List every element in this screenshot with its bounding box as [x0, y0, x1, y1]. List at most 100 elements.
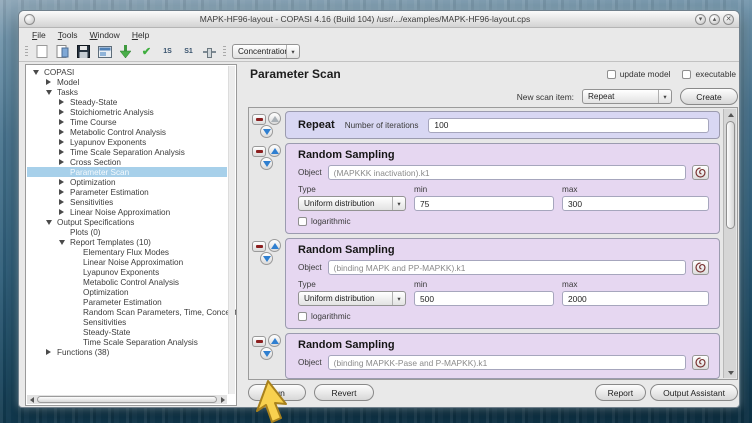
max-input[interactable]: [562, 291, 709, 306]
tree-item-lyapunov-exponents[interactable]: Lyapunov Exponents: [27, 137, 227, 147]
menu-help[interactable]: Help: [127, 29, 154, 41]
tree-item-functions[interactable]: Functions (38): [27, 347, 227, 357]
min-input[interactable]: [414, 196, 554, 211]
expander-icon[interactable]: [59, 109, 70, 115]
menu-file[interactable]: File: [27, 29, 51, 41]
tree-horizontal-scrollbar[interactable]: [27, 395, 227, 404]
expander-icon[interactable]: [46, 220, 57, 225]
remove-item-button[interactable]: [252, 146, 266, 157]
expander-icon[interactable]: [59, 159, 70, 165]
expander-icon[interactable]: [59, 99, 70, 105]
tree-item-sensitivities-report[interactable]: Sensitivities: [27, 317, 227, 327]
tree-item-steady-state-report[interactable]: Steady-State: [27, 327, 227, 337]
tree-item-copasi[interactable]: COPASI: [27, 67, 227, 77]
object-input[interactable]: [328, 260, 686, 275]
tree-item-parameter-scan[interactable]: Parameter Scan: [27, 167, 227, 177]
tree-item-plots[interactable]: Plots (0): [27, 227, 227, 237]
tree-item-linear-noise-approximation[interactable]: Linear Noise Approximation: [27, 207, 227, 217]
expander-icon[interactable]: [59, 129, 70, 135]
logarithmic-checkbox[interactable]: [298, 312, 307, 321]
menu-tools[interactable]: Tools: [53, 29, 83, 41]
iterations-input[interactable]: [428, 118, 709, 133]
object-select-button[interactable]: [692, 165, 709, 180]
expander-icon[interactable]: [46, 90, 57, 95]
expander-icon[interactable]: [59, 139, 70, 145]
revert-button[interactable]: Revert: [314, 384, 374, 401]
tree-item-steady-state[interactable]: Steady-State: [27, 97, 227, 107]
tree-item-random-scan-parameters[interactable]: Random Scan Parameters, Time, Concentrat…: [27, 307, 227, 317]
tree-item-optimization[interactable]: Optimization: [27, 177, 227, 187]
object-select-button[interactable]: [692, 260, 709, 275]
tree-item-metabolic-control-analysis[interactable]: Metabolic Control Analysis: [27, 127, 227, 137]
executable-checkbox[interactable]: [682, 70, 691, 79]
new-scan-item-combobox[interactable]: Repeat ▾: [582, 89, 672, 104]
tree-item-tasks[interactable]: Tasks: [27, 87, 227, 97]
time-course-icon[interactable]: S1: [181, 45, 196, 59]
scan-vertical-scrollbar[interactable]: [723, 109, 736, 378]
expander-icon[interactable]: [59, 189, 70, 195]
minimize-icon[interactable]: ▾: [695, 14, 706, 25]
expander-icon[interactable]: [46, 349, 57, 355]
move-down-button[interactable]: [260, 347, 273, 360]
tree-item-parameter-estimation-report[interactable]: Parameter Estimation: [27, 297, 227, 307]
move-down-button[interactable]: [260, 252, 273, 265]
remove-item-button[interactable]: [252, 241, 266, 252]
expander-icon[interactable]: [59, 199, 70, 205]
close-icon[interactable]: ✕: [723, 14, 734, 25]
distribution-combobox[interactable]: Uniform distribution ▾: [298, 196, 406, 211]
expander-icon[interactable]: [59, 149, 70, 155]
move-up-button[interactable]: [268, 112, 281, 125]
logarithmic-checkbox[interactable]: [298, 217, 307, 226]
menu-window[interactable]: Window: [85, 29, 125, 41]
tree-item-lyapunov-exponents-report[interactable]: Lyapunov Exponents: [27, 267, 227, 277]
expander-icon[interactable]: [33, 70, 44, 75]
tree-item-time-scale-separation-report[interactable]: Time Scale Separation Analysis: [27, 337, 227, 347]
tree-item-optimization-report[interactable]: Optimization: [27, 287, 227, 297]
expander-icon[interactable]: [59, 209, 70, 215]
tree-item-sensitivities[interactable]: Sensitivities: [27, 197, 227, 207]
tree-item-stoichiometric-analysis[interactable]: Stoichiometric Analysis: [27, 107, 227, 117]
tree-item-linear-noise-approximation-report[interactable]: Linear Noise Approximation: [27, 257, 227, 267]
tree-item-output-specifications[interactable]: Output Specifications: [27, 217, 227, 227]
tree-item-report-templates[interactable]: Report Templates (10): [27, 237, 227, 247]
scroll-right-icon[interactable]: [218, 395, 227, 404]
tree-item-time-scale-separation-analysis[interactable]: Time Scale Separation Analysis: [27, 147, 227, 157]
remove-item-button[interactable]: [252, 114, 266, 125]
expander-icon[interactable]: [59, 179, 70, 185]
maximize-icon[interactable]: ▴: [709, 14, 720, 25]
steady-state-icon[interactable]: 1S: [160, 45, 175, 59]
scroll-up-icon[interactable]: [726, 110, 735, 119]
report-button[interactable]: Report: [595, 384, 647, 401]
output-assistant-button[interactable]: Output Assistant: [650, 384, 738, 401]
tree-item-cross-section[interactable]: Cross Section: [27, 157, 227, 167]
tree-item-metabolic-control-analysis-report[interactable]: Metabolic Control Analysis: [27, 277, 227, 287]
units-combobox[interactable]: Concentrations ▾: [232, 44, 300, 59]
tree-item-time-course[interactable]: Time Course: [27, 117, 227, 127]
export-image-icon[interactable]: [97, 45, 112, 59]
move-up-button[interactable]: [268, 144, 281, 157]
object-input[interactable]: [328, 165, 686, 180]
expander-icon[interactable]: [46, 79, 57, 85]
min-input[interactable]: [414, 291, 554, 306]
parameter-slider-icon[interactable]: [202, 45, 217, 59]
scroll-left-icon[interactable]: [27, 395, 36, 404]
new-file-icon[interactable]: [34, 45, 49, 59]
move-up-button[interactable]: [268, 334, 281, 347]
check-model-icon[interactable]: ✔: [139, 45, 154, 59]
window-menu-icon[interactable]: [24, 14, 35, 25]
scrollbar-thumb[interactable]: [726, 121, 735, 229]
move-down-button[interactable]: [260, 125, 273, 138]
distribution-combobox[interactable]: Uniform distribution ▾: [298, 291, 406, 306]
move-down-button[interactable]: [260, 157, 273, 170]
tree-item-elementary-flux-modes[interactable]: Elementary Flux Modes: [27, 247, 227, 257]
expander-icon[interactable]: [59, 240, 70, 245]
remove-item-button[interactable]: [252, 336, 266, 347]
save-icon[interactable]: [76, 45, 91, 59]
import-sbml-icon[interactable]: [118, 45, 133, 59]
title-bar[interactable]: MAPK-HF96-layout - COPASI 4.16 (Build 10…: [19, 11, 739, 28]
tree-item-model[interactable]: Model: [27, 77, 227, 87]
max-input[interactable]: [562, 196, 709, 211]
create-button[interactable]: Create: [680, 88, 738, 105]
update-model-checkbox[interactable]: [607, 70, 616, 79]
scrollbar-thumb[interactable]: [37, 396, 217, 403]
